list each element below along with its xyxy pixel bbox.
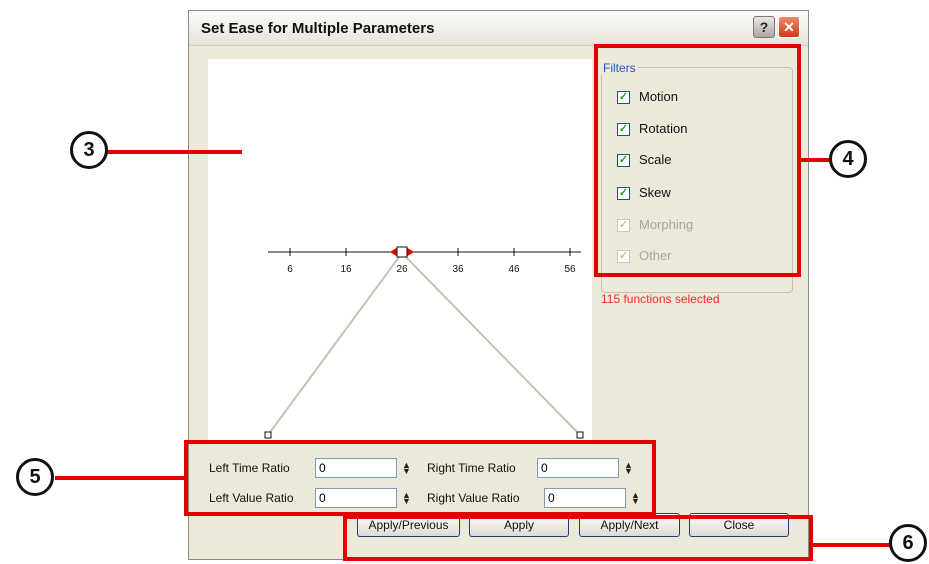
- timeline-tick-label: 46: [508, 264, 520, 275]
- callout-6: 6: [889, 524, 927, 562]
- ratio-fields-highlight-box: [184, 440, 656, 516]
- callout-5-line: [55, 476, 185, 480]
- dialog-title: Set Ease for Multiple Parameters: [201, 20, 435, 37]
- left-ease-handle-line: [267, 252, 403, 436]
- filters-highlight-box: [594, 44, 801, 277]
- right-ease-handle[interactable]: [576, 431, 584, 439]
- buttons-highlight-box: [343, 515, 813, 561]
- timeline-tick-label: 6: [287, 264, 293, 275]
- timeline-tick-label: 56: [564, 264, 576, 275]
- timeline-tick-label: 26: [396, 264, 408, 275]
- callout-3-line: [106, 150, 242, 154]
- callout-4-line: [801, 158, 831, 162]
- left-ease-handle[interactable]: [264, 431, 272, 439]
- ease-graph-svg: 6 16 26 36 46 56: [264, 246, 584, 439]
- callout-5: 5: [16, 458, 54, 496]
- callout-6-line: [813, 543, 891, 547]
- callout-4: 4: [829, 140, 867, 178]
- close-window-icon[interactable]: ✕: [778, 16, 800, 38]
- functions-selected-count: 115 functions selected: [601, 292, 720, 306]
- help-icon[interactable]: ?: [753, 16, 775, 38]
- callout-3: 3: [70, 131, 108, 169]
- ease-graph[interactable]: 6 16 26 36 46 56: [208, 59, 592, 444]
- timeline-tick-label: 36: [452, 264, 464, 275]
- timeline-tick-label: 16: [340, 264, 352, 275]
- keyframe-marker[interactable]: [396, 246, 408, 258]
- right-ease-handle-line: [401, 252, 581, 436]
- title-bar[interactable]: Set Ease for Multiple Parameters ? ✕: [189, 11, 808, 46]
